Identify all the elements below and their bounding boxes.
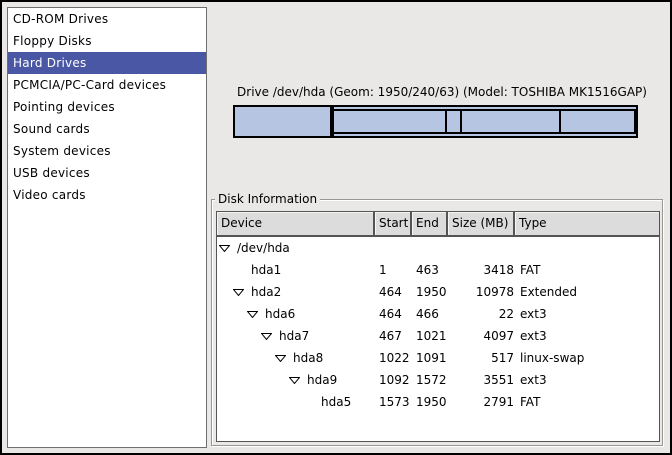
hardware-browser-window: CD-ROM DrivesFloppy DisksHard DrivesPCMC… bbox=[0, 0, 672, 455]
cell-size-mb: 3551 bbox=[448, 369, 515, 391]
table-row-hda7[interactable]: hda7 46710214097ext3 bbox=[217, 325, 659, 347]
bar-segment-hda8 bbox=[445, 111, 460, 132]
cell-end: 1091 bbox=[412, 347, 448, 369]
cell-end: 1572 bbox=[412, 369, 448, 391]
list-item-cd-rom-drives[interactable]: CD-ROM Drives bbox=[8, 8, 206, 30]
expander-spacer bbox=[303, 399, 314, 406]
cell-type bbox=[515, 237, 659, 259]
device-label: hda7 bbox=[279, 325, 309, 347]
cell-start: 1022 bbox=[375, 347, 412, 369]
column-header-device[interactable]: Device bbox=[217, 212, 375, 237]
cell-start: 467 bbox=[375, 325, 412, 347]
cell-end: 1021 bbox=[412, 325, 448, 347]
table-row-hda6[interactable]: hda6 46446622ext3 bbox=[217, 303, 659, 325]
expander-icon[interactable] bbox=[219, 245, 230, 252]
column-header-size-mb-[interactable]: Size (MB) bbox=[448, 212, 515, 237]
column-header-start[interactable]: Start bbox=[375, 212, 412, 237]
cell-start bbox=[375, 237, 412, 259]
table-row-hda2[interactable]: hda2 464195010978Extended bbox=[217, 281, 659, 303]
device-label: hda2 bbox=[251, 281, 281, 303]
cell-type: ext3 bbox=[515, 369, 659, 391]
cell-type: FAT bbox=[515, 259, 659, 281]
device-label: hda5 bbox=[321, 391, 351, 413]
cell-type: FAT bbox=[515, 391, 659, 413]
expander-icon[interactable] bbox=[289, 377, 300, 384]
expander-icon[interactable] bbox=[261, 333, 272, 340]
column-header-type[interactable]: Type bbox=[515, 212, 659, 237]
list-item-video-cards[interactable]: Video cards bbox=[8, 184, 206, 206]
table-body: /dev/hdahda114633418FAThda2464195010978E… bbox=[217, 237, 659, 413]
list-item-pcmcia-pc-card-devices[interactable]: PCMCIA/PC-Card devices bbox=[8, 74, 206, 96]
bar-segment-hda5 bbox=[559, 111, 634, 132]
cell-type: Extended bbox=[515, 281, 659, 303]
tree-indent bbox=[217, 336, 261, 337]
device-category-list[interactable]: CD-ROM DrivesFloppy DisksHard DrivesPCMC… bbox=[7, 7, 207, 448]
cell-type: linux-swap bbox=[515, 347, 659, 369]
table-row-hda8[interactable]: hda8 10221091517linux-swap bbox=[217, 347, 659, 369]
cell-type: ext3 bbox=[515, 303, 659, 325]
table-row-hda1[interactable]: hda1 14633418FAT bbox=[217, 259, 659, 281]
cell-size-mb: 517 bbox=[448, 347, 515, 369]
cell-size-mb: 4097 bbox=[448, 325, 515, 347]
cell-end: 463 bbox=[412, 259, 448, 281]
list-item-usb-devices[interactable]: USB devices bbox=[8, 162, 206, 184]
bar-segment-hda9 bbox=[460, 111, 559, 132]
cell-size-mb: 22 bbox=[448, 303, 515, 325]
tree-indent bbox=[217, 358, 275, 359]
bar-segment-hda7 bbox=[334, 111, 445, 132]
disk-information-frame-label: Disk Information bbox=[215, 192, 320, 206]
expander-icon[interactable] bbox=[275, 355, 286, 362]
column-header-end[interactable]: End bbox=[412, 212, 448, 237]
cell-size-mb: 2791 bbox=[448, 391, 515, 413]
bar-segment-hda1 bbox=[233, 105, 332, 138]
cell-start: 1573 bbox=[375, 391, 412, 413]
list-item-sound-cards[interactable]: Sound cards bbox=[8, 118, 206, 140]
device-label: /dev/hda bbox=[237, 237, 290, 259]
cell-end: 466 bbox=[412, 303, 448, 325]
bar-segment-hda2 bbox=[332, 105, 638, 138]
cell-type: ext3 bbox=[515, 325, 659, 347]
cell-start: 464 bbox=[375, 303, 412, 325]
tree-indent bbox=[217, 270, 233, 271]
table-row--dev-hda[interactable]: /dev/hda bbox=[217, 237, 659, 259]
device-label: hda9 bbox=[307, 369, 337, 391]
cell-end: 1950 bbox=[412, 281, 448, 303]
device-label: hda8 bbox=[293, 347, 323, 369]
list-item-system-devices[interactable]: System devices bbox=[8, 140, 206, 162]
bar-logical-partitions bbox=[334, 109, 636, 134]
tree-indent bbox=[217, 402, 303, 403]
cell-size-mb bbox=[448, 237, 515, 259]
cell-start: 1 bbox=[375, 259, 412, 281]
expander-icon[interactable] bbox=[233, 289, 244, 296]
table-header: DeviceStartEndSize (MB)Type bbox=[217, 212, 659, 237]
device-label: hda1 bbox=[251, 259, 281, 281]
list-item-hard-drives[interactable]: Hard Drives bbox=[8, 52, 206, 74]
cell-end bbox=[412, 237, 448, 259]
list-item-pointing-devices[interactable]: Pointing devices bbox=[8, 96, 206, 118]
partition-bar bbox=[233, 105, 638, 138]
cell-start: 464 bbox=[375, 281, 412, 303]
table-row-hda9[interactable]: hda9 109215723551ext3 bbox=[217, 369, 659, 391]
cell-end: 1950 bbox=[412, 391, 448, 413]
expander-icon[interactable] bbox=[247, 311, 258, 318]
cell-size-mb: 3418 bbox=[448, 259, 515, 281]
tree-indent bbox=[217, 292, 233, 293]
list-item-floppy-disks[interactable]: Floppy Disks bbox=[8, 30, 206, 52]
cell-size-mb: 10978 bbox=[448, 281, 515, 303]
expander-spacer bbox=[233, 267, 244, 274]
drive-geometry-label: Drive /dev/hda (Geom: 1950/240/63) (Mode… bbox=[212, 85, 672, 100]
disk-information-table[interactable]: DeviceStartEndSize (MB)Type /dev/hdahda1… bbox=[216, 211, 660, 442]
tree-indent bbox=[217, 380, 289, 381]
device-label: hda6 bbox=[265, 303, 295, 325]
table-row-hda5[interactable]: hda5 157319502791FAT bbox=[217, 391, 659, 413]
cell-start: 1092 bbox=[375, 369, 412, 391]
tree-indent bbox=[217, 314, 247, 315]
